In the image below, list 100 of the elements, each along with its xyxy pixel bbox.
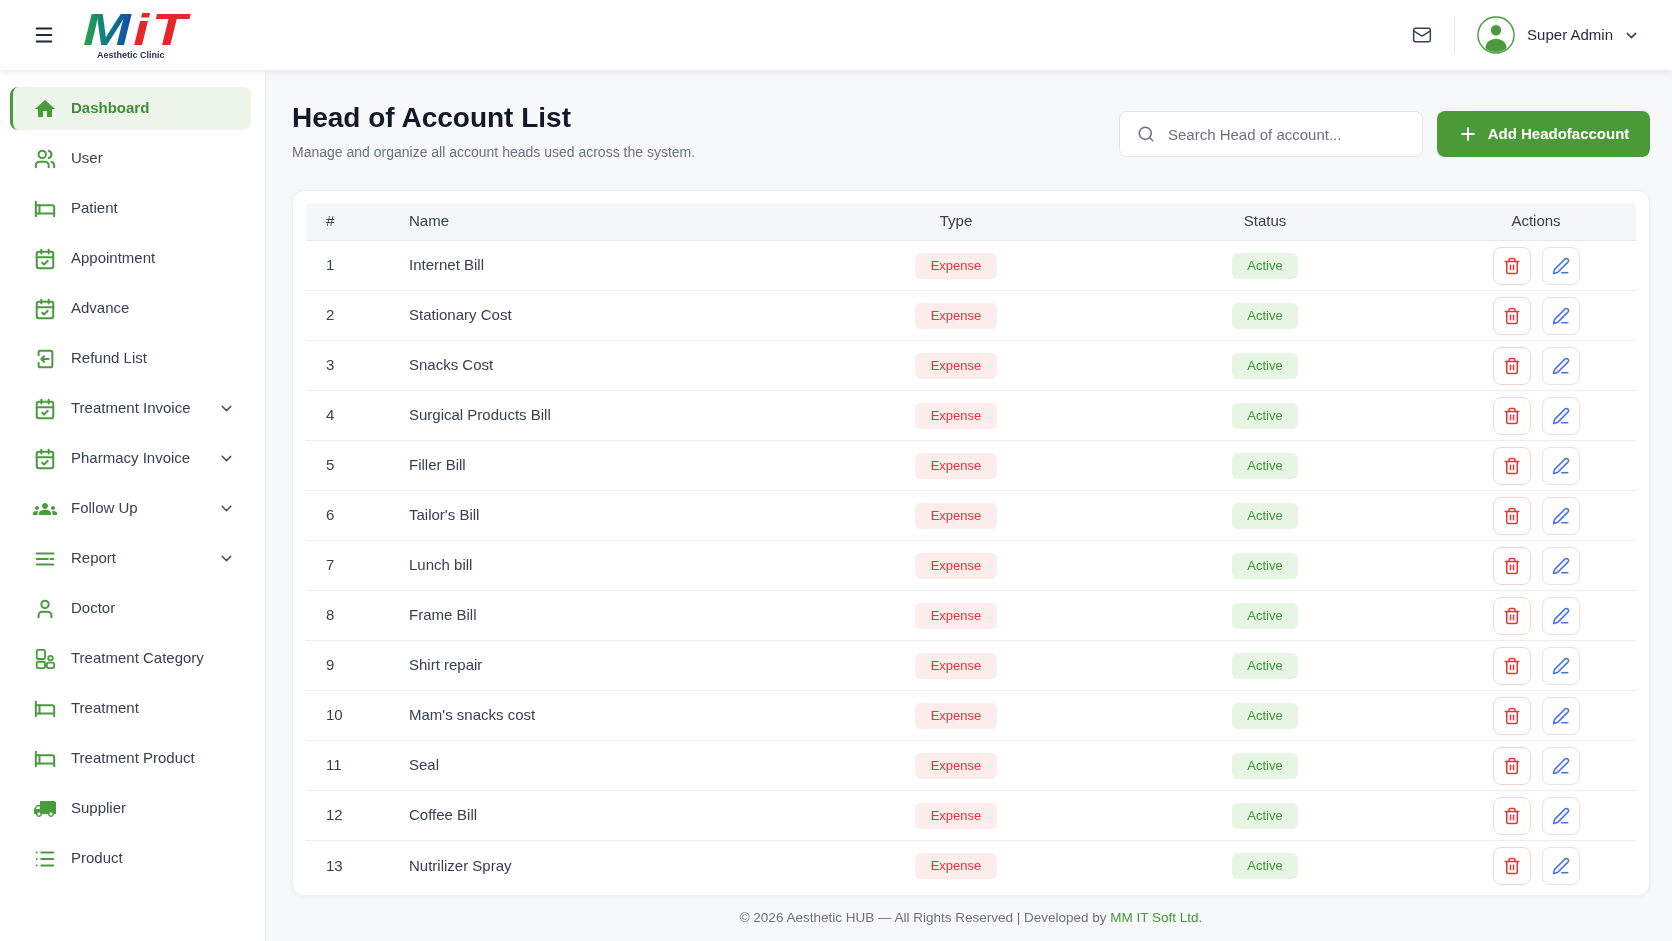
edit-button[interactable] [1541,246,1580,285]
edit-button[interactable] [1541,496,1580,535]
sidebar-item[interactable]: Dashboard [10,87,251,130]
sidebar-item[interactable]: Pharmacy Invoice [10,437,251,480]
edit-button[interactable] [1541,746,1580,785]
status-tag: Active [1232,452,1298,479]
pencil-icon [1551,706,1570,725]
type-tag: Expense [914,402,998,429]
delete-button[interactable] [1492,847,1531,885]
mail-icon[interactable] [1412,25,1433,45]
edit-button[interactable] [1541,646,1580,685]
type-tag: Expense [914,252,998,279]
delete-button[interactable] [1492,596,1531,635]
type-tag: Expense [914,552,998,579]
account-name: Shirt repair [409,656,483,674]
sidebar-item[interactable]: Product [10,837,251,880]
sidebar-item[interactable]: Appointment [10,237,251,280]
shapes-icon [34,647,56,670]
sidebar-item[interactable]: Follow Up [10,487,251,530]
type-tag: Expense [914,452,998,479]
account-name: Stationary Cost [409,306,512,324]
pencil-icon [1551,306,1570,325]
account-name: Lunch bill [409,556,473,574]
sidebar-item[interactable]: Treatment Invoice [10,387,251,430]
pencil-icon [1551,256,1570,275]
user-menu[interactable]: Super Admin [1527,23,1640,47]
calendar-check-icon [34,397,56,420]
delete-button[interactable] [1492,796,1531,835]
developer-link[interactable]: MM IT Soft Ltd. [1110,910,1203,926]
trash-icon [1502,356,1521,375]
sidebar-item[interactable]: Treatment Product [10,737,251,780]
row-number: 2 [326,306,335,324]
edit-button[interactable] [1541,796,1580,835]
sidebar-item[interactable]: Treatment [10,687,251,730]
trash-icon [1502,606,1521,625]
delete-button[interactable] [1492,696,1531,735]
row-number: 12 [326,806,343,824]
trash-icon [1502,506,1521,525]
delete-button[interactable] [1492,346,1531,385]
type-tag: Expense [914,652,998,679]
sidebar-item[interactable]: Supplier [10,787,251,830]
status-tag: Active [1232,702,1298,729]
logo-tagline: Aesthetic Clinic [97,49,165,61]
delete-button[interactable] [1492,646,1531,685]
edit-button[interactable] [1541,396,1580,435]
edit-button[interactable] [1541,446,1580,485]
account-name: Coffee Bill [409,806,478,824]
delete-button[interactable] [1492,396,1531,435]
sidebar-item[interactable]: Report [10,537,251,580]
delete-button[interactable] [1492,496,1531,535]
edit-button[interactable] [1541,847,1580,885]
delete-button[interactable] [1492,246,1531,285]
status-tag: Active [1232,752,1298,779]
delete-button[interactable] [1492,546,1531,585]
sidebar-item[interactable]: Patient [10,187,251,230]
status-tag: Active [1232,602,1298,629]
row-number: 3 [326,356,335,374]
status-tag: Active [1232,552,1298,579]
type-tag: Expense [914,702,998,729]
pencil-icon [1551,556,1570,575]
status-tag: Active [1232,402,1298,429]
status-tag: Active [1232,352,1298,379]
delete-button[interactable] [1492,446,1531,485]
column-header: Type [939,211,973,232]
row-number: 4 [326,406,335,424]
calendar-check-icon [34,297,56,320]
column-header: Name [409,212,449,230]
edit-button[interactable] [1541,546,1580,585]
page-title: Head of Account List [292,101,572,135]
delete-button[interactable] [1492,296,1531,335]
account-name: Surgical Products Bill [409,406,551,424]
type-tag: Expense [914,602,998,629]
avatar-icon[interactable] [1477,16,1516,54]
row-number: 11 [326,756,342,774]
search-field[interactable]: Search Head of account... [1119,111,1423,157]
add-button[interactable]: Add Headofaccount [1437,111,1650,157]
type-tag: Expense [914,752,998,779]
account-name: Snacks Cost [409,356,494,374]
sidebar-item[interactable]: Advance [10,287,251,330]
edit-button[interactable] [1541,346,1580,385]
account-name: Frame Bill [409,606,477,624]
sidebar-item[interactable]: User [10,137,251,180]
trash-icon [1502,406,1521,425]
edit-button[interactable] [1541,596,1580,635]
pencil-icon [1551,506,1570,525]
sidebar-item[interactable]: Treatment Category [10,637,251,680]
edit-button[interactable] [1541,296,1580,335]
trash-icon [1502,556,1521,575]
status-tag: Active [1232,252,1298,279]
sidebar-item[interactable]: Refund List [10,337,251,380]
column-header: # [326,212,335,230]
pencil-icon [1551,406,1570,425]
delete-button[interactable] [1492,746,1531,785]
sidebar-item[interactable]: Doctor [10,587,251,630]
trash-icon [1502,806,1521,825]
status-tag: Active [1232,502,1298,529]
account-name: Internet Bill [409,256,485,274]
type-tag: Expense [914,802,998,829]
column-header: Actions [1511,211,1561,232]
edit-button[interactable] [1541,696,1580,735]
